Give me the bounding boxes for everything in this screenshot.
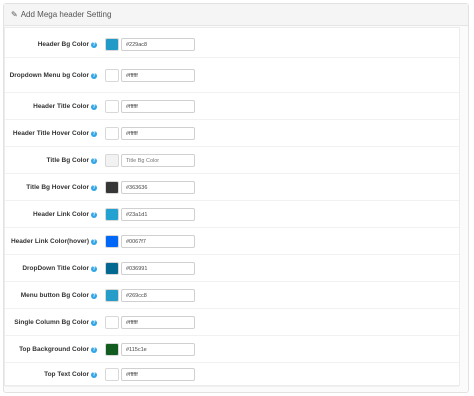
color-input[interactable] (121, 368, 195, 381)
pencil-icon: ✎ (11, 10, 18, 19)
color-input[interactable] (121, 343, 195, 356)
setting-label-text: Menu button Bg Color (20, 292, 89, 299)
setting-label: Dropdown Menu bg Color? (1, 71, 97, 80)
setting-row-header-link-color-hover: Header Link Color(hover)? (5, 228, 459, 255)
setting-label: Header Link Color(hover)? (1, 237, 97, 246)
help-icon[interactable]: ? (91, 42, 97, 48)
setting-label-text: Header Link Color(hover) (10, 238, 89, 245)
setting-row-header-title-hover-color: Header Title Hover Color? (5, 120, 459, 147)
setting-label: Header Bg Color? (1, 40, 97, 49)
help-icon[interactable]: ? (91, 73, 97, 79)
setting-label-text: Header Title Hover Color (12, 130, 89, 137)
setting-label: Title Bg Color? (1, 156, 97, 165)
setting-row-header-bg-color: Header Bg Color? (5, 32, 459, 58)
setting-label: Header Title Color? (1, 102, 97, 111)
help-icon[interactable]: ? (91, 320, 97, 326)
help-icon[interactable]: ? (91, 212, 97, 218)
setting-label-text: Header Link Color (33, 211, 89, 218)
help-icon[interactable]: ? (91, 104, 97, 110)
color-swatch[interactable] (105, 127, 119, 140)
help-icon[interactable]: ? (91, 266, 97, 272)
setting-label: Title Bg Hover Color? (1, 183, 97, 192)
color-swatch[interactable] (105, 208, 119, 221)
setting-label-text: Title Bg Color (46, 157, 90, 164)
setting-label-text: Single Column Bg Color (14, 319, 89, 326)
setting-row-menu-button-bg-color: Menu button Bg Color? (5, 282, 459, 309)
panel-title: Add Mega header Setting (20, 10, 112, 19)
color-input[interactable] (121, 262, 195, 275)
color-swatch[interactable] (105, 69, 119, 82)
color-swatch[interactable] (105, 100, 119, 113)
help-icon[interactable]: ? (91, 185, 97, 191)
setting-label-text: Dropdown Menu bg Color (9, 72, 89, 79)
color-input[interactable] (121, 69, 195, 82)
color-input[interactable] (121, 38, 195, 51)
color-swatch[interactable] (105, 343, 119, 356)
setting-label-text: Title Bg Hover Color (26, 184, 89, 191)
setting-row-header-link-color: Header Link Color? (5, 201, 459, 228)
color-input[interactable] (121, 100, 195, 113)
color-input[interactable] (121, 316, 195, 329)
color-swatch[interactable] (105, 235, 119, 248)
help-icon[interactable]: ? (91, 347, 97, 353)
color-swatch[interactable] (105, 289, 119, 302)
setting-row-title-bg-hover-color: Title Bg Hover Color? (5, 174, 459, 201)
setting-row-top-background-color: Top Background Color? (5, 336, 459, 363)
setting-label-text: Top Background Color (19, 346, 89, 353)
setting-row-dropdown-menu-bg-color: Dropdown Menu bg Color? (5, 58, 459, 93)
panel-heading: ✎ Add Mega header Setting (4, 4, 468, 26)
color-input[interactable] (121, 289, 195, 302)
color-swatch[interactable] (105, 181, 119, 194)
color-swatch[interactable] (105, 38, 119, 51)
setting-label-text: Header Bg Color (37, 41, 89, 48)
help-icon[interactable]: ? (91, 372, 97, 378)
color-input[interactable] (121, 127, 195, 140)
settings-form: Header Bg Color?Dropdown Menu bg Color?H… (4, 27, 460, 387)
setting-label: Top Text Color? (1, 370, 97, 379)
help-icon[interactable]: ? (91, 158, 97, 164)
setting-row-title-bg-color: Title Bg Color? (5, 147, 459, 174)
help-icon[interactable]: ? (91, 293, 97, 299)
color-input[interactable] (121, 235, 195, 248)
setting-label-text: Header Title Color (33, 103, 89, 110)
setting-label: Single Column Bg Color? (1, 318, 97, 327)
setting-label: Menu button Bg Color? (1, 291, 97, 300)
setting-row-dropdown-title-color: DropDown Title Color? (5, 255, 459, 282)
color-swatch[interactable] (105, 154, 119, 167)
setting-label: Top Background Color? (1, 345, 97, 354)
color-input[interactable] (121, 208, 195, 221)
color-swatch[interactable] (105, 368, 119, 381)
setting-label-text: DropDown Title Color (22, 265, 89, 272)
setting-row-header-title-color: Header Title Color? (5, 93, 459, 120)
setting-row-single-column-bg-color: Single Column Bg Color? (5, 309, 459, 336)
setting-label: Header Title Hover Color? (1, 129, 97, 138)
setting-label-text: Top Text Color (44, 371, 89, 378)
color-input[interactable] (121, 154, 195, 167)
setting-label: DropDown Title Color? (1, 264, 97, 273)
color-input[interactable] (121, 181, 195, 194)
setting-label: Header Link Color? (1, 210, 97, 219)
color-swatch[interactable] (105, 316, 119, 329)
setting-row-top-text-color: Top Text Color? (5, 363, 459, 387)
help-icon[interactable]: ? (91, 131, 97, 137)
help-icon[interactable]: ? (91, 239, 97, 245)
color-swatch[interactable] (105, 262, 119, 275)
